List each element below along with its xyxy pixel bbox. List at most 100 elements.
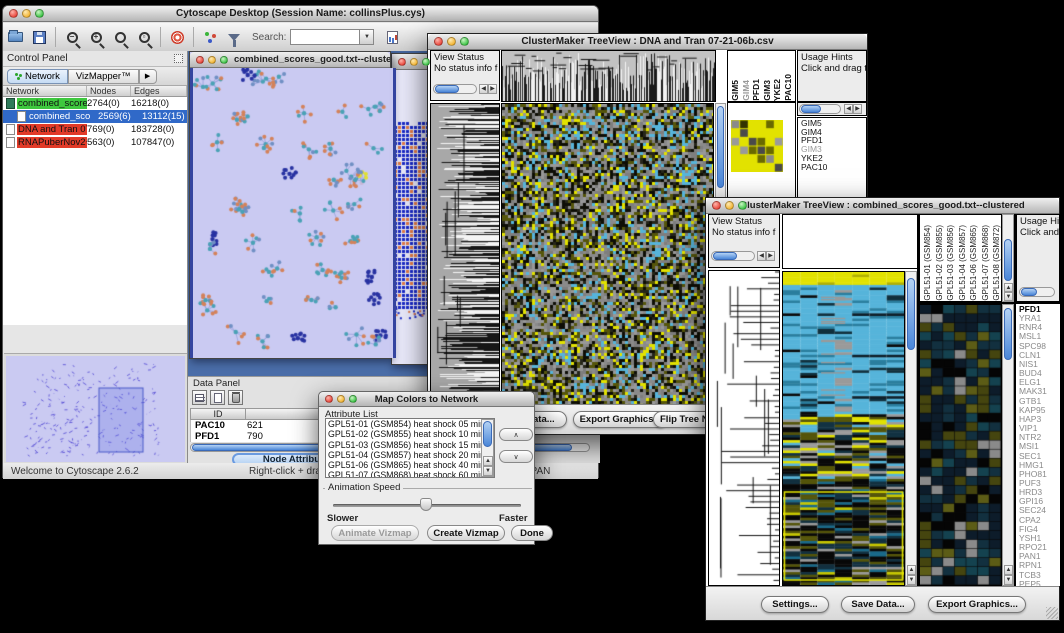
scroll-up-arrow[interactable]: ▲ xyxy=(1004,565,1013,575)
tab-network[interactable]: Network xyxy=(7,69,68,84)
zoom-button[interactable] xyxy=(349,395,357,403)
column-label[interactable]: GIM3 xyxy=(762,80,773,101)
scroll-right-arrow[interactable]: ▶ xyxy=(853,104,862,114)
tv1-titlebar[interactable]: ClusterMaker TreeView : DNA and Tran 07-… xyxy=(428,34,867,50)
new-attribute-button[interactable] xyxy=(210,390,225,405)
close-button[interactable] xyxy=(196,56,204,64)
scroll-left-arrow[interactable]: ◀ xyxy=(479,84,488,94)
column-label[interactable]: GPL51-08 (GSM872) xyxy=(991,225,1002,301)
scroll-down-arrow[interactable]: ▼ xyxy=(907,575,916,585)
column-label[interactable]: YKE2 xyxy=(772,79,783,101)
tv2-heatmap-canvas[interactable] xyxy=(783,272,904,585)
save-session-button[interactable] xyxy=(27,25,51,49)
scroll-right-arrow[interactable]: ▶ xyxy=(766,251,775,261)
tv1-summary-matrix-canvas[interactable] xyxy=(731,120,783,172)
attribute-item[interactable]: GPL51-06 (GSM865) heat shock 40 min xyxy=(328,460,494,470)
attribute-item[interactable]: GPL51-01 (GSM854) heat shock 05 min xyxy=(328,419,494,429)
scroll-down-arrow[interactable]: ▼ xyxy=(1004,575,1013,585)
tv1-status-hscrollbar[interactable] xyxy=(433,84,477,94)
network-table-row[interactable]: DNA and Tran 07 769(0) 183728(0) xyxy=(3,123,187,136)
minimize-button[interactable] xyxy=(208,56,216,64)
tv2-collabel-scrollbar[interactable]: ▲ ▼ xyxy=(1002,214,1014,302)
column-label[interactable]: PAC10 xyxy=(783,74,794,101)
scroll-down-arrow[interactable]: ▼ xyxy=(483,466,493,476)
column-label[interactable]: GPL51-04 (GSM857) xyxy=(957,225,969,301)
tv2-status-hscrollbar[interactable] xyxy=(711,251,755,261)
zoom-button[interactable] xyxy=(35,9,44,18)
zoom-in-button[interactable]: + xyxy=(84,25,108,49)
column-label[interactable]: GPL51-01 (GSM854) xyxy=(922,225,934,301)
tv2-settings-button[interactable]: Settings... xyxy=(761,596,829,613)
tv1-usage-hscrollbar[interactable] xyxy=(799,104,841,114)
tv2-zoom-scrollbar[interactable]: ▲ ▼ xyxy=(1002,304,1014,586)
tab-overflow-button[interactable]: ▶ xyxy=(139,69,157,84)
column-label[interactable]: PFD1 xyxy=(751,79,762,101)
minimize-button[interactable] xyxy=(337,395,345,403)
search-dropdown-button[interactable]: ▼ xyxy=(360,29,374,45)
scroll-right-arrow[interactable]: ▶ xyxy=(488,84,497,94)
zoom-selected-button[interactable] xyxy=(108,25,132,49)
move-down-button[interactable]: ∨ xyxy=(499,450,533,463)
network-table-row[interactable]: RNAPuberNov2+ 563(0) 107847(0) xyxy=(3,136,187,149)
tv1-row-dendrogram-canvas[interactable] xyxy=(431,104,499,405)
tv2-export-graphics-button[interactable]: Export Graphics... xyxy=(928,596,1026,613)
report-button[interactable] xyxy=(380,25,404,49)
minimize-button[interactable] xyxy=(410,58,418,66)
scroll-down-arrow[interactable]: ▼ xyxy=(1004,292,1013,301)
vizmapper-button[interactable] xyxy=(198,25,222,49)
close-button[interactable] xyxy=(9,9,18,18)
create-vizmap-button[interactable]: Create Vizmap xyxy=(427,525,505,541)
column-label[interactable]: GIM4 xyxy=(741,80,752,101)
tv2-zoom-heatmap-canvas[interactable] xyxy=(920,305,1001,585)
attribute-item[interactable]: GPL51-04 (GSM857) heat shock 20 min xyxy=(328,450,494,460)
column-label[interactable]: GPL51-07 (GSM868) xyxy=(980,225,992,301)
tv2-titlebar[interactable]: ClusterMaker TreeView : combined_scores_… xyxy=(706,198,1059,214)
close-button[interactable] xyxy=(434,37,443,46)
minimize-button[interactable] xyxy=(725,201,734,210)
zoom-fit-button[interactable]: ▫ xyxy=(132,25,156,49)
column-label[interactable]: GPL51-03 (GSM856) xyxy=(945,225,957,301)
done-button[interactable]: Done xyxy=(511,525,553,541)
attribute-item[interactable]: GPL51-02 (GSM855) heat shock 10 min xyxy=(328,429,494,439)
close-button[interactable] xyxy=(398,58,406,66)
zoom-button[interactable] xyxy=(422,58,430,66)
close-button[interactable] xyxy=(325,395,333,403)
filter-button[interactable] xyxy=(222,25,246,49)
move-up-button[interactable]: ∧ xyxy=(499,428,533,441)
zoom-button[interactable] xyxy=(738,201,747,210)
attribute-item[interactable]: GPL51-07 (GSM868) heat shock 60 min xyxy=(328,470,494,478)
tv2-save-data-button[interactable]: Save Data... xyxy=(841,596,915,613)
attribute-item[interactable]: GPL51-03 (GSM856) heat shock 15 min xyxy=(328,440,494,450)
column-label[interactable]: GIM5 xyxy=(730,80,741,101)
help-button[interactable] xyxy=(165,25,189,49)
delete-attribute-button[interactable] xyxy=(228,390,243,405)
network-table-row[interactable]: combined_sco 2569(6) 13112(15) xyxy=(3,110,187,123)
minimize-button[interactable] xyxy=(22,9,31,18)
column-header-network[interactable]: Network xyxy=(3,86,87,96)
network-table-row[interactable]: combined_scores 2764(0) 16218(0) xyxy=(3,97,187,110)
network-canvas[interactable] xyxy=(190,68,396,358)
close-button[interactable] xyxy=(712,201,721,210)
column-header-edges[interactable]: Edges xyxy=(131,86,187,96)
tv2-row-dendrogram-canvas[interactable] xyxy=(709,271,779,585)
scroll-left-arrow[interactable]: ◀ xyxy=(757,251,766,261)
search-input[interactable] xyxy=(290,29,360,45)
resize-grip[interactable] xyxy=(1046,607,1058,619)
data-column-id[interactable]: ID xyxy=(190,408,246,420)
float-panel-icon[interactable] xyxy=(174,54,183,63)
dialog-titlebar[interactable]: Map Colors to Network xyxy=(319,392,534,407)
animate-vizmap-button[interactable]: Animate Vizmap xyxy=(331,525,419,541)
zoom-button[interactable] xyxy=(220,56,228,64)
column-label[interactable]: GPL51-06 (GSM865) xyxy=(968,225,980,301)
open-session-button[interactable] xyxy=(3,25,27,49)
minimize-button[interactable] xyxy=(447,37,456,46)
attribute-list-scrollbar[interactable]: ▲ ▼ xyxy=(481,419,494,477)
zoom-out-button[interactable]: − xyxy=(60,25,84,49)
column-header-nodes[interactable]: Nodes xyxy=(87,86,131,96)
scroll-up-arrow[interactable]: ▲ xyxy=(1004,283,1013,292)
gene-label[interactable]: PAC10 xyxy=(801,163,866,172)
column-label[interactable]: GPL51-02 (GSM855) xyxy=(934,225,946,301)
tv1-heatmap-canvas[interactable] xyxy=(502,104,713,405)
main-titlebar[interactable]: Cytoscape Desktop (Session Name: collins… xyxy=(3,6,598,22)
scroll-up-arrow[interactable]: ▲ xyxy=(907,565,916,575)
